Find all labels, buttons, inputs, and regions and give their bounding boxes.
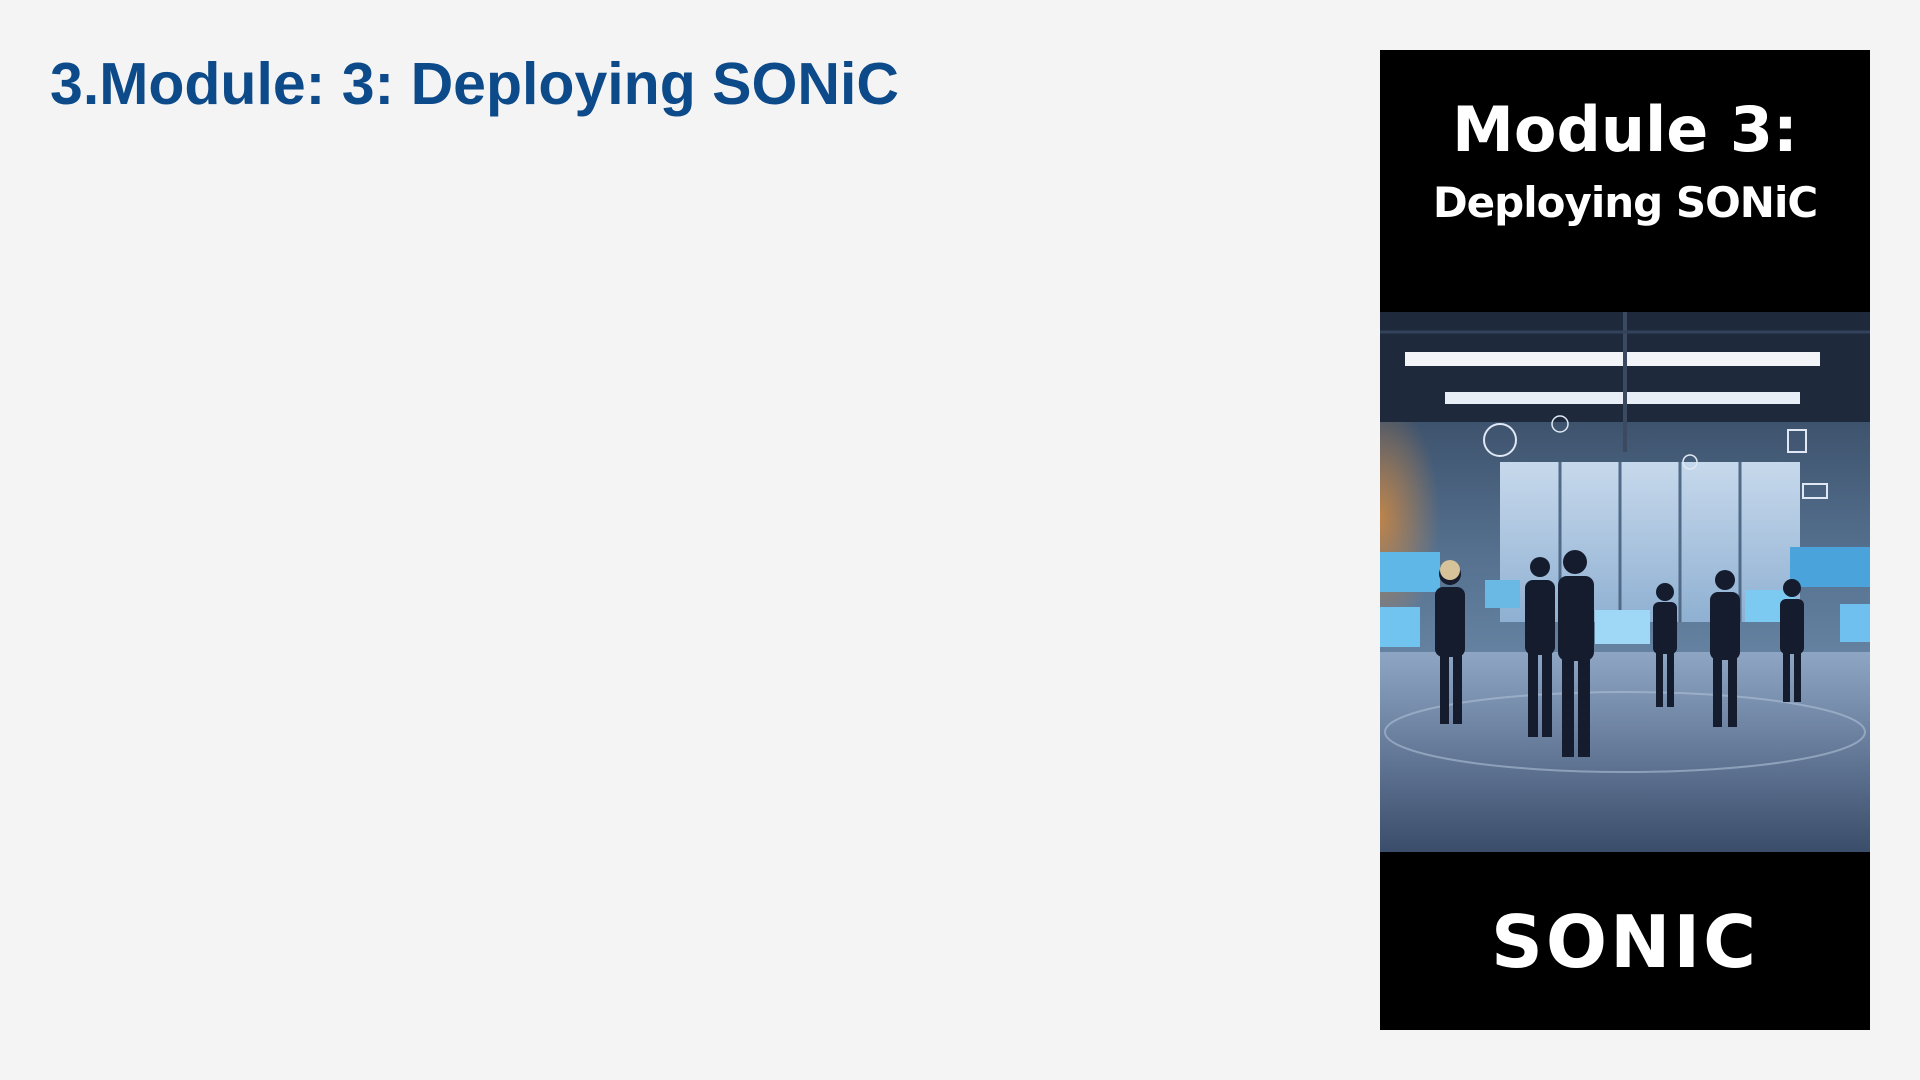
cover-header: Module 3: Deploying SONiC (1380, 50, 1870, 312)
page-title: 3.Module: 3: Deploying SONiC (50, 51, 899, 117)
sonic-logo-text: SONIC (1491, 900, 1759, 984)
office-team-photo (1380, 312, 1870, 852)
cover-subheading: Deploying SONiC (1432, 178, 1818, 227)
module-cover-image: Module 3: Deploying SONiC SONIC (1380, 50, 1870, 1030)
cover-footer: SONIC (1380, 852, 1870, 1030)
cover-heading: Module 3: (1452, 93, 1798, 166)
